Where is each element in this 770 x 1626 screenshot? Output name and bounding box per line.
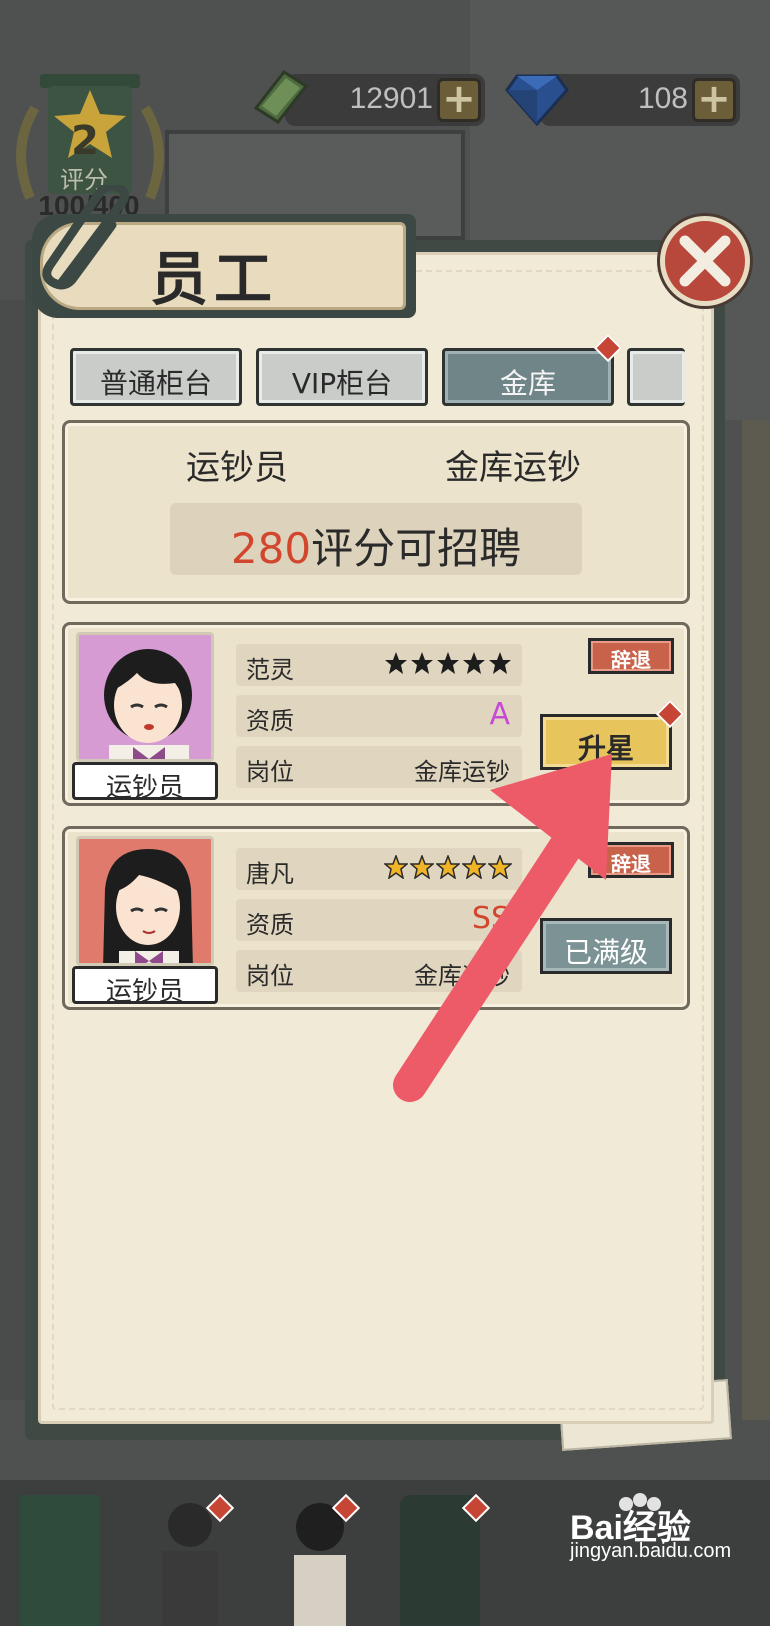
job-role: 运钞员 — [186, 448, 288, 488]
star-rating-gold — [384, 855, 512, 879]
star-icon — [385, 652, 407, 674]
employee-role-tag: 运钞员 — [72, 762, 218, 803]
star-rating-black — [384, 651, 512, 675]
quality-grade: A — [489, 697, 510, 732]
star-icon — [489, 652, 511, 674]
blue-diamond-icon — [505, 74, 569, 126]
tab-label: VIP柜台 — [291, 367, 393, 400]
tab-vip-counter[interactable]: VIP柜台 — [256, 348, 428, 406]
close-button[interactable] — [660, 216, 750, 306]
dismiss-button[interactable]: 辞退 — [588, 638, 674, 674]
post-label: 岗位 — [246, 758, 294, 786]
tab-more[interactable] — [627, 348, 685, 406]
background-left-door — [0, 300, 28, 1400]
star-icon — [384, 855, 408, 879]
rating-level: 2 — [71, 118, 99, 164]
bottom-machine — [20, 1495, 100, 1626]
dialog-title: 员工 — [150, 245, 279, 313]
employee-role-tag: 运钞员 — [72, 966, 218, 1007]
money-bar: 12901 + — [285, 74, 485, 126]
portrait-short-hair-girl — [104, 649, 192, 759]
recruit-score-number: 280 — [230, 524, 312, 573]
max-level-button[interactable]: 已满级 — [540, 918, 672, 974]
post-value: 金库运钞 — [414, 962, 510, 990]
tab-label: 金库 — [499, 367, 556, 400]
banknote-stack-icon — [253, 70, 309, 124]
dismiss-button[interactable]: 辞退 — [588, 842, 674, 878]
post-label: 岗位 — [246, 962, 294, 990]
tab-normal-counter[interactable]: 普通柜台 — [70, 348, 242, 406]
quality-label: 资质 — [246, 707, 294, 735]
close-x-icon — [679, 235, 731, 287]
quality-label: 资质 — [246, 911, 294, 939]
employee-quality-row: 资质 A — [236, 695, 522, 737]
upgrade-star-button[interactable]: 升星 — [540, 714, 672, 770]
portrait-long-hair-girl — [103, 849, 193, 963]
star-icon — [463, 652, 485, 674]
job-post: 金库运钞 — [445, 448, 581, 488]
employee-name-row: 唐凡 — [236, 848, 522, 890]
background-right-edge — [742, 420, 770, 1420]
post-value: 金库运钞 — [414, 758, 510, 786]
tab-vault[interactable]: 金库 — [442, 348, 614, 406]
employee-post-row: 岗位 金库运钞 — [236, 950, 522, 992]
employee-portrait[interactable] — [76, 632, 214, 762]
employee-quality-row: 资质 SS — [236, 899, 522, 941]
star-icon — [410, 855, 434, 879]
star-icon — [411, 652, 433, 674]
star-icon — [437, 652, 459, 674]
star-icon — [488, 855, 512, 879]
gem-bar: 108 + — [540, 74, 740, 126]
paperclip-icon — [42, 185, 129, 290]
quality-grade: SS — [471, 901, 510, 936]
tab-label: 普通柜台 — [99, 367, 212, 400]
star-icon — [462, 855, 486, 879]
add-money-button[interactable]: + — [437, 78, 481, 122]
employee-post-row: 岗位 金库运钞 — [236, 746, 522, 788]
money-value: 12901 — [349, 82, 433, 115]
recruit-score-text: 评分可招聘 — [311, 524, 522, 573]
gem-value: 108 — [637, 82, 688, 115]
recruit-requirement[interactable]: 280评分可招聘 — [170, 503, 582, 575]
employee-name: 范灵 — [246, 656, 294, 684]
add-gem-button[interactable]: + — [692, 78, 736, 122]
employee-name-row: 范灵 — [236, 644, 522, 686]
employee-portrait[interactable] — [76, 836, 214, 966]
star-icon — [436, 855, 460, 879]
employee-name: 唐凡 — [246, 860, 294, 888]
watermark-url: jingyan.baidu.com — [570, 1540, 732, 1562]
